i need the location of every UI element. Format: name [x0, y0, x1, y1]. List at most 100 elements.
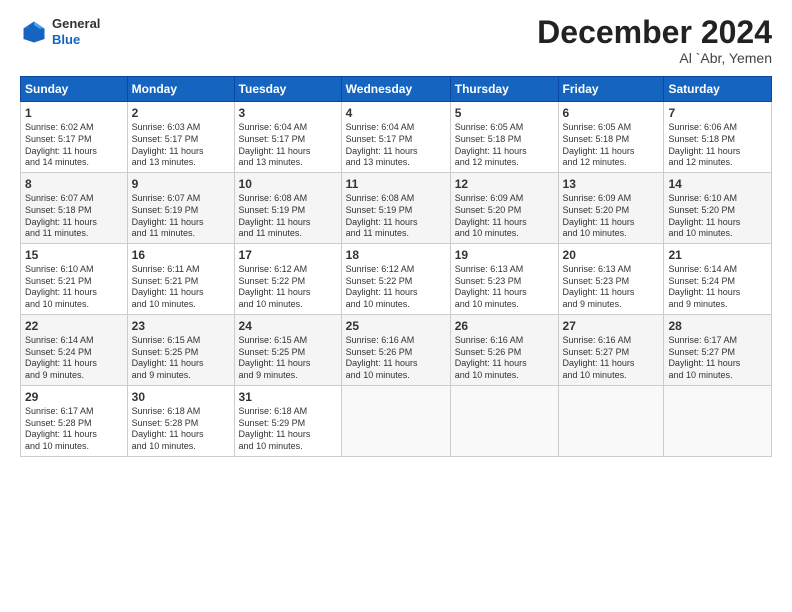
day-info: Sunrise: 6:17 AM Sunset: 5:27 PM Dayligh… — [668, 335, 767, 382]
day-number: 29 — [25, 389, 123, 405]
calendar-cell: 17Sunrise: 6:12 AM Sunset: 5:22 PM Dayli… — [234, 243, 341, 314]
day-info: Sunrise: 6:11 AM Sunset: 5:21 PM Dayligh… — [132, 264, 230, 311]
day-number: 12 — [455, 176, 554, 192]
logo-blue: Blue — [52, 32, 100, 48]
calendar-cell: 31Sunrise: 6:18 AM Sunset: 5:29 PM Dayli… — [234, 385, 341, 456]
calendar-cell: 29Sunrise: 6:17 AM Sunset: 5:28 PM Dayli… — [21, 385, 128, 456]
day-number: 4 — [346, 105, 446, 121]
day-number: 2 — [132, 105, 230, 121]
day-number: 16 — [132, 247, 230, 263]
day-info: Sunrise: 6:12 AM Sunset: 5:22 PM Dayligh… — [239, 264, 337, 311]
calendar-cell: 10Sunrise: 6:08 AM Sunset: 5:19 PM Dayli… — [234, 172, 341, 243]
day-info: Sunrise: 6:14 AM Sunset: 5:24 PM Dayligh… — [668, 264, 767, 311]
location: Al `Abr, Yemen — [537, 50, 772, 66]
day-info: Sunrise: 6:10 AM Sunset: 5:21 PM Dayligh… — [25, 264, 123, 311]
day-info: Sunrise: 6:07 AM Sunset: 5:18 PM Dayligh… — [25, 193, 123, 240]
calendar-week-row: 8Sunrise: 6:07 AM Sunset: 5:18 PM Daylig… — [21, 172, 772, 243]
calendar-cell: 1Sunrise: 6:02 AM Sunset: 5:17 PM Daylig… — [21, 102, 128, 173]
calendar-cell: 23Sunrise: 6:15 AM Sunset: 5:25 PM Dayli… — [127, 314, 234, 385]
day-info: Sunrise: 6:16 AM Sunset: 5:27 PM Dayligh… — [563, 335, 660, 382]
calendar-cell: 28Sunrise: 6:17 AM Sunset: 5:27 PM Dayli… — [664, 314, 772, 385]
day-number: 26 — [455, 318, 554, 334]
day-info: Sunrise: 6:06 AM Sunset: 5:18 PM Dayligh… — [668, 122, 767, 169]
day-number: 8 — [25, 176, 123, 192]
calendar-cell: 11Sunrise: 6:08 AM Sunset: 5:19 PM Dayli… — [341, 172, 450, 243]
day-number: 14 — [668, 176, 767, 192]
calendar-cell: 30Sunrise: 6:18 AM Sunset: 5:28 PM Dayli… — [127, 385, 234, 456]
calendar-cell — [450, 385, 558, 456]
calendar-cell: 7Sunrise: 6:06 AM Sunset: 5:18 PM Daylig… — [664, 102, 772, 173]
day-number: 11 — [346, 176, 446, 192]
day-number: 6 — [563, 105, 660, 121]
calendar-cell — [664, 385, 772, 456]
header: General Blue December 2024 Al `Abr, Yeme… — [20, 16, 772, 66]
col-saturday: Saturday — [664, 77, 772, 102]
col-wednesday: Wednesday — [341, 77, 450, 102]
col-thursday: Thursday — [450, 77, 558, 102]
day-info: Sunrise: 6:05 AM Sunset: 5:18 PM Dayligh… — [455, 122, 554, 169]
day-number: 18 — [346, 247, 446, 263]
day-info: Sunrise: 6:04 AM Sunset: 5:17 PM Dayligh… — [346, 122, 446, 169]
calendar-cell: 18Sunrise: 6:12 AM Sunset: 5:22 PM Dayli… — [341, 243, 450, 314]
calendar-cell: 2Sunrise: 6:03 AM Sunset: 5:17 PM Daylig… — [127, 102, 234, 173]
day-number: 21 — [668, 247, 767, 263]
day-number: 1 — [25, 105, 123, 121]
day-number: 15 — [25, 247, 123, 263]
calendar-cell: 4Sunrise: 6:04 AM Sunset: 5:17 PM Daylig… — [341, 102, 450, 173]
day-number: 25 — [346, 318, 446, 334]
title-area: December 2024 Al `Abr, Yemen — [537, 16, 772, 66]
day-number: 23 — [132, 318, 230, 334]
calendar-cell: 25Sunrise: 6:16 AM Sunset: 5:26 PM Dayli… — [341, 314, 450, 385]
day-info: Sunrise: 6:18 AM Sunset: 5:29 PM Dayligh… — [239, 406, 337, 453]
calendar-cell: 26Sunrise: 6:16 AM Sunset: 5:26 PM Dayli… — [450, 314, 558, 385]
calendar-cell: 15Sunrise: 6:10 AM Sunset: 5:21 PM Dayli… — [21, 243, 128, 314]
calendar-cell: 6Sunrise: 6:05 AM Sunset: 5:18 PM Daylig… — [558, 102, 664, 173]
day-info: Sunrise: 6:18 AM Sunset: 5:28 PM Dayligh… — [132, 406, 230, 453]
day-number: 28 — [668, 318, 767, 334]
day-number: 30 — [132, 389, 230, 405]
calendar: Sunday Monday Tuesday Wednesday Thursday… — [20, 76, 772, 457]
day-info: Sunrise: 6:15 AM Sunset: 5:25 PM Dayligh… — [132, 335, 230, 382]
logo-icon — [20, 18, 48, 46]
calendar-cell: 3Sunrise: 6:04 AM Sunset: 5:17 PM Daylig… — [234, 102, 341, 173]
calendar-week-row: 22Sunrise: 6:14 AM Sunset: 5:24 PM Dayli… — [21, 314, 772, 385]
col-tuesday: Tuesday — [234, 77, 341, 102]
calendar-cell: 21Sunrise: 6:14 AM Sunset: 5:24 PM Dayli… — [664, 243, 772, 314]
calendar-header-row: Sunday Monday Tuesday Wednesday Thursday… — [21, 77, 772, 102]
day-info: Sunrise: 6:04 AM Sunset: 5:17 PM Dayligh… — [239, 122, 337, 169]
day-info: Sunrise: 6:08 AM Sunset: 5:19 PM Dayligh… — [346, 193, 446, 240]
day-info: Sunrise: 6:12 AM Sunset: 5:22 PM Dayligh… — [346, 264, 446, 311]
logo-text: General Blue — [52, 16, 100, 47]
calendar-week-row: 1Sunrise: 6:02 AM Sunset: 5:17 PM Daylig… — [21, 102, 772, 173]
day-info: Sunrise: 6:16 AM Sunset: 5:26 PM Dayligh… — [346, 335, 446, 382]
calendar-cell: 8Sunrise: 6:07 AM Sunset: 5:18 PM Daylig… — [21, 172, 128, 243]
day-info: Sunrise: 6:13 AM Sunset: 5:23 PM Dayligh… — [455, 264, 554, 311]
day-number: 19 — [455, 247, 554, 263]
day-info: Sunrise: 6:13 AM Sunset: 5:23 PM Dayligh… — [563, 264, 660, 311]
calendar-week-row: 29Sunrise: 6:17 AM Sunset: 5:28 PM Dayli… — [21, 385, 772, 456]
day-number: 27 — [563, 318, 660, 334]
col-monday: Monday — [127, 77, 234, 102]
logo: General Blue — [20, 16, 100, 47]
day-number: 9 — [132, 176, 230, 192]
day-number: 10 — [239, 176, 337, 192]
col-sunday: Sunday — [21, 77, 128, 102]
day-number: 20 — [563, 247, 660, 263]
calendar-cell — [558, 385, 664, 456]
day-info: Sunrise: 6:09 AM Sunset: 5:20 PM Dayligh… — [563, 193, 660, 240]
day-number: 31 — [239, 389, 337, 405]
day-info: Sunrise: 6:02 AM Sunset: 5:17 PM Dayligh… — [25, 122, 123, 169]
day-number: 3 — [239, 105, 337, 121]
day-info: Sunrise: 6:07 AM Sunset: 5:19 PM Dayligh… — [132, 193, 230, 240]
day-number: 5 — [455, 105, 554, 121]
day-number: 22 — [25, 318, 123, 334]
logo-general: General — [52, 16, 100, 32]
col-friday: Friday — [558, 77, 664, 102]
day-number: 17 — [239, 247, 337, 263]
day-info: Sunrise: 6:14 AM Sunset: 5:24 PM Dayligh… — [25, 335, 123, 382]
day-number: 7 — [668, 105, 767, 121]
day-info: Sunrise: 6:15 AM Sunset: 5:25 PM Dayligh… — [239, 335, 337, 382]
calendar-cell — [341, 385, 450, 456]
calendar-cell: 9Sunrise: 6:07 AM Sunset: 5:19 PM Daylig… — [127, 172, 234, 243]
calendar-cell: 14Sunrise: 6:10 AM Sunset: 5:20 PM Dayli… — [664, 172, 772, 243]
